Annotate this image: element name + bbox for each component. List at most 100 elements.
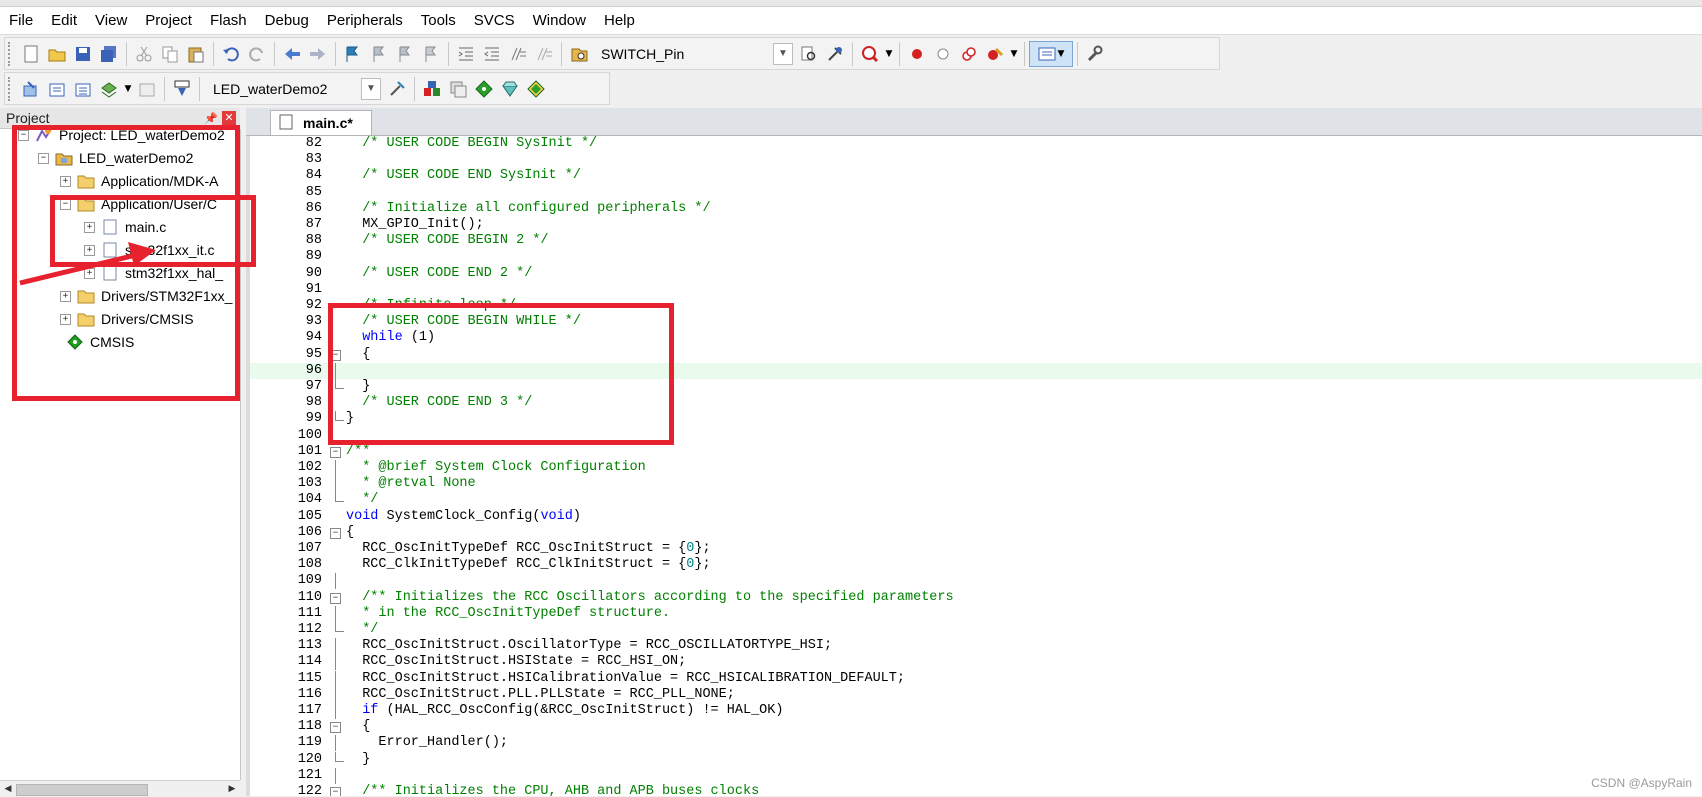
code-line[interactable]: 92 /* Infinite loop */ xyxy=(250,298,1702,314)
code-line[interactable]: 86 /* Initialize all configured peripher… xyxy=(250,201,1702,217)
clear-bookmarks-icon[interactable] xyxy=(418,41,444,67)
kill-breakpoints-icon[interactable] xyxy=(982,41,1008,67)
code-line[interactable]: 99} xyxy=(250,411,1702,427)
tree-item[interactable]: + Drivers/CMSIS xyxy=(60,308,194,330)
code-line[interactable]: 107 RCC_OscInitTypeDef RCC_OscInitStruct… xyxy=(250,541,1702,557)
toolbar-separator xyxy=(448,41,449,66)
code-line[interactable]: 95− { xyxy=(250,347,1702,363)
code-line[interactable]: 96 xyxy=(250,362,1702,379)
fold-collapse-icon[interactable]: − xyxy=(330,527,341,539)
expand-icon[interactable]: + xyxy=(60,313,71,325)
code-line[interactable]: 84 /* USER CODE END SysInit */ xyxy=(250,168,1702,184)
line-number: 92 xyxy=(305,298,322,313)
enable-breakpoint-icon[interactable] xyxy=(930,41,956,67)
file-extensions-icon[interactable] xyxy=(445,76,471,102)
code-line[interactable]: 83 xyxy=(250,152,1702,168)
code-line[interactable]: 91 xyxy=(250,282,1702,298)
select-packs-icon[interactable] xyxy=(497,76,523,102)
fold-collapse-icon[interactable]: − xyxy=(330,446,341,458)
code-line[interactable]: 114 RCC_OscInitStruct.HSIState = RCC_HSI… xyxy=(250,654,1702,671)
bookmark-icon[interactable] xyxy=(340,41,366,67)
chevron-down-icon[interactable]: ▼ xyxy=(361,77,381,100)
code-line[interactable]: 87 MX_GPIO_Init(); xyxy=(250,217,1702,233)
code-line[interactable]: 110− /** Initializes the RCC Oscillators… xyxy=(250,590,1702,606)
code-line[interactable]: 106−{ xyxy=(250,525,1702,541)
fold-line xyxy=(335,735,336,752)
disable-breakpoints-icon[interactable] xyxy=(956,41,982,67)
navigate-forward-icon[interactable] xyxy=(305,41,331,67)
manage-project-items-icon[interactable] xyxy=(419,76,445,102)
prev-bookmark-icon[interactable] xyxy=(366,41,392,67)
code-line[interactable]: 101−/** xyxy=(250,444,1702,460)
code-line[interactable]: 121 xyxy=(250,767,1702,784)
code-line[interactable]: 111 * in the RCC_OscInitTypeDef structur… xyxy=(250,605,1702,622)
debug-session-icon[interactable] xyxy=(857,41,883,67)
line-number: 100 xyxy=(297,427,322,443)
find-icon[interactable] xyxy=(796,41,822,67)
code-line[interactable]: 117 if (HAL_RCC_OscConfig(&RCC_OscInitSt… xyxy=(250,703,1702,719)
chevron-down-icon[interactable]: ▼ xyxy=(1008,41,1020,67)
unindent-icon[interactable] xyxy=(479,41,505,67)
code-line[interactable]: 100 xyxy=(250,428,1702,444)
fold-collapse-icon[interactable]: − xyxy=(330,592,341,604)
next-bookmark-icon[interactable] xyxy=(392,41,418,67)
find-in-files-icon[interactable] xyxy=(566,41,592,67)
scroll-left-icon[interactable]: ◀ xyxy=(2,783,14,795)
code-line[interactable]: 90 /* USER CODE END 2 */ xyxy=(250,266,1702,282)
chevron-down-icon[interactable]: ▼ xyxy=(773,42,793,65)
fold-collapse-icon[interactable]: − xyxy=(330,787,341,796)
code-line[interactable]: 94 while (1) xyxy=(250,330,1702,346)
target-options-icon[interactable] xyxy=(384,76,410,102)
code-line[interactable]: 115 RCC_OscInitStruct.HSICalibrationValu… xyxy=(250,670,1702,687)
fold-collapse-icon[interactable]: − xyxy=(330,722,341,734)
menu-peripherals[interactable]: Peripherals xyxy=(318,7,412,34)
code-line[interactable]: 82 /* USER CODE BEGIN SysInit */ xyxy=(250,136,1702,152)
line-number: 93 xyxy=(305,314,322,330)
code-line[interactable]: 113 RCC_OscInitStruct.OscillatorType = R… xyxy=(250,638,1702,655)
fold-line xyxy=(335,654,336,671)
menu-svcs[interactable]: SVCS xyxy=(465,7,524,34)
pack-installer-icon[interactable] xyxy=(471,76,497,102)
menu-tools[interactable]: Tools xyxy=(412,7,465,34)
line-number: 107 xyxy=(297,541,322,556)
menu-help[interactable]: Help xyxy=(595,7,644,34)
code-line[interactable]: 108 RCC_ClkInitTypeDef RCC_ClkInitStruct… xyxy=(250,557,1702,573)
menu-window[interactable]: Window xyxy=(524,7,595,34)
code-editor[interactable]: 82 /* USER CODE BEGIN SysInit */83 84 /* … xyxy=(246,136,1702,796)
find-combo[interactable]: SWITCH_Pin ▼ xyxy=(594,42,794,65)
code-line[interactable]: 109 xyxy=(250,573,1702,590)
code-text: } xyxy=(346,379,371,394)
window-layout-icon[interactable]: ▼ xyxy=(1029,40,1073,67)
indent-icon[interactable] xyxy=(453,41,479,67)
fold-collapse-icon[interactable]: − xyxy=(330,349,341,361)
scroll-right-icon[interactable]: ▶ xyxy=(226,783,238,795)
code-line[interactable]: 112 */ xyxy=(250,622,1702,638)
incremental-find-icon[interactable] xyxy=(822,41,848,67)
code-line[interactable]: 116 RCC_OscInitStruct.PLL.PLLState = RCC… xyxy=(250,686,1702,703)
manage-runtime-environment-icon[interactable] xyxy=(523,76,549,102)
chevron-down-icon[interactable]: ▼ xyxy=(883,41,895,67)
code-text: } xyxy=(346,411,355,427)
insert-breakpoint-icon[interactable] xyxy=(904,41,930,67)
scrollbar-thumb[interactable] xyxy=(16,784,148,796)
code-line[interactable]: 122− /** Initializes the CPU, AHB and AP… xyxy=(250,784,1702,796)
configure-icon[interactable] xyxy=(1082,41,1108,67)
code-line[interactable]: 118− { xyxy=(250,719,1702,735)
code-line[interactable]: 85 xyxy=(250,185,1702,201)
code-line[interactable]: 93 /* USER CODE BEGIN WHILE */ xyxy=(250,314,1702,330)
uncomment-icon[interactable] xyxy=(531,41,557,67)
code-line[interactable]: 120 } xyxy=(250,751,1702,768)
comment-icon[interactable] xyxy=(505,41,531,67)
code-line[interactable]: 105 void SystemClock_Config(void) xyxy=(250,509,1702,525)
line-number: 104 xyxy=(297,492,322,508)
code-line[interactable]: 89 xyxy=(250,249,1702,265)
tree-item[interactable]: CMSIS xyxy=(66,331,134,353)
code-line[interactable]: 98 /* USER CODE END 3 */ xyxy=(250,395,1702,411)
project-horizontal-scrollbar[interactable]: ◀ ▶ xyxy=(0,780,240,797)
code-line[interactable]: 119 Error_Handler(); xyxy=(250,735,1702,752)
code-line[interactable]: 104 */ xyxy=(250,492,1702,508)
code-line[interactable]: 103 * @retval None xyxy=(250,476,1702,493)
code-line[interactable]: 88 /* USER CODE BEGIN 2 */ xyxy=(250,233,1702,249)
code-line[interactable]: 102 * @brief System Clock Configuration xyxy=(250,460,1702,476)
code-line[interactable]: 97 } xyxy=(250,379,1702,395)
